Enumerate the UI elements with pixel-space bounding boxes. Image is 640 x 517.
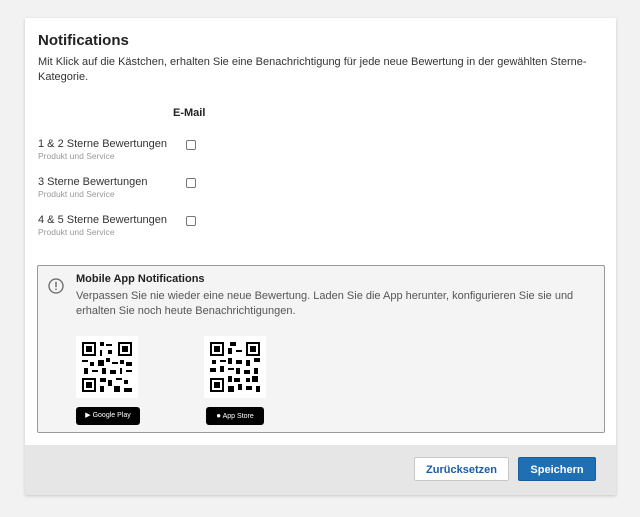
mobile-notice-text: Verpassen Sie nie wieder eine neue Bewer… bbox=[76, 290, 574, 317]
qr-code-icon bbox=[76, 336, 138, 398]
rating-row-4-5: 4 & 5 Sterne Bewertungen Produkt und Ser… bbox=[38, 214, 238, 238]
email-column-header: E-Mail bbox=[173, 107, 206, 119]
email-checkbox-4-5[interactable] bbox=[186, 216, 196, 226]
apple-logo-icon: ● bbox=[216, 411, 222, 420]
app-store-badge[interactable]: ● App Store bbox=[206, 407, 264, 425]
page-title: Notifications bbox=[38, 32, 129, 49]
google-play-qr-code bbox=[76, 336, 138, 398]
rating-row-sublabel: Produkt und Service bbox=[38, 227, 115, 237]
google-play-badge-label: Google Play bbox=[92, 412, 131, 419]
rating-row-sublabel: Produkt und Service bbox=[38, 151, 115, 161]
rating-row-sublabel: Produkt und Service bbox=[38, 189, 115, 199]
google-play-triangle-icon: ▶ bbox=[85, 412, 91, 419]
rating-row-label: 1 & 2 Sterne Bewertungen bbox=[38, 138, 168, 150]
email-checkbox-1-2[interactable] bbox=[186, 140, 196, 150]
exclamation-circle-icon bbox=[48, 278, 64, 294]
card-footer: Zurücksetzen Speichern bbox=[25, 445, 616, 495]
reset-button[interactable]: Zurücksetzen bbox=[414, 457, 509, 481]
save-button[interactable]: Speichern bbox=[518, 457, 596, 481]
rating-row-label: 4 & 5 Sterne Bewertungen bbox=[38, 214, 168, 226]
google-play-badge[interactable]: ▶ Google Play bbox=[76, 407, 140, 425]
page-description: Mit Klick auf die Kästchen, erhalten Sie… bbox=[38, 56, 587, 83]
rating-row-label: 3 Sterne Bewertungen bbox=[38, 176, 148, 188]
rating-row-3: 3 Sterne Bewertungen Produkt und Service bbox=[38, 176, 238, 200]
notifications-card: Notifications Mit Klick auf die Kästchen… bbox=[25, 18, 616, 495]
qr-code-icon bbox=[204, 336, 266, 398]
email-checkbox-3[interactable] bbox=[186, 178, 196, 188]
mobile-app-notice: Mobile App Notifications Verpassen Sie n… bbox=[37, 265, 605, 433]
mobile-notice-title: Mobile App Notifications bbox=[76, 273, 205, 285]
rating-row-1-2: 1 & 2 Sterne Bewertungen Produkt und Ser… bbox=[38, 138, 238, 162]
app-store-qr-code bbox=[204, 336, 266, 398]
app-store-badge-label: App Store bbox=[222, 413, 254, 420]
